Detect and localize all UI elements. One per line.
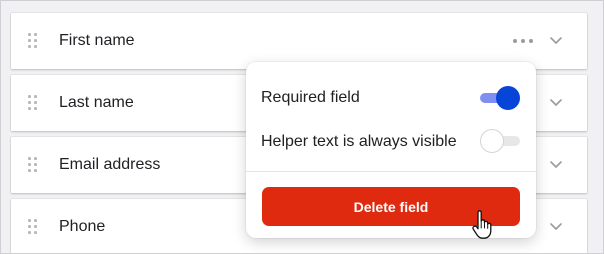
hand-pointer-cursor-icon [471, 210, 493, 240]
chevron-down-icon[interactable] [549, 220, 563, 232]
field-label: Email address [59, 156, 161, 173]
drag-handle-icon[interactable] [28, 33, 38, 49]
drag-handle-icon[interactable] [28, 157, 38, 173]
field-label: First name [59, 32, 135, 49]
more-options-icon[interactable] [513, 39, 533, 43]
form-fields-panel: First name Last name Email address Phone… [0, 0, 604, 254]
toggle-knob [496, 86, 520, 110]
chevron-down-icon[interactable] [549, 96, 563, 108]
chevron-down-icon[interactable] [549, 158, 563, 170]
field-label: Phone [59, 218, 106, 235]
helper-text-label: Helper text is always visible [261, 133, 457, 150]
field-label: Last name [59, 94, 134, 111]
drag-handle-icon[interactable] [28, 95, 38, 111]
required-field-label: Required field [261, 89, 360, 106]
helper-text-toggle[interactable] [480, 129, 520, 153]
divider [246, 171, 536, 172]
drag-handle-icon[interactable] [28, 219, 38, 235]
field-row-first-name[interactable]: First name [11, 13, 587, 69]
required-field-toggle[interactable] [480, 86, 520, 110]
chevron-down-icon[interactable] [549, 34, 563, 46]
toggle-knob [480, 129, 504, 153]
